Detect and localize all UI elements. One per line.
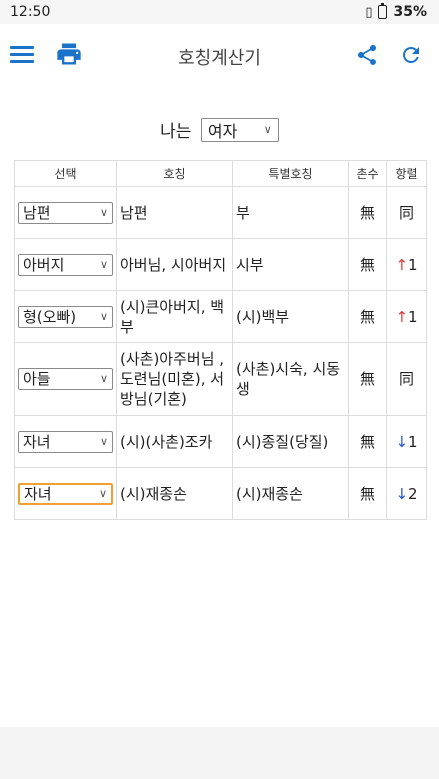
vibrate-icon: ▯ [365,4,373,20]
relation-select[interactable]: 남편 ∨ [18,201,113,224]
chevron-down-icon: ∨ [99,372,108,385]
arrow-down-icon: ↓ [395,484,409,503]
relation-select[interactable]: 아버지 ∨ [18,253,113,276]
chevron-down-icon: ∨ [99,205,108,219]
app-toolbar: 호칭계산기 [0,24,439,87]
relation-select[interactable]: 형(오빠) ∨ [18,305,113,328]
chon-cell: 無 [348,467,387,520]
status-bar: 12:50 ▯ 35% [0,0,439,24]
chevron-down-icon: ∨ [99,257,108,271]
share-icon[interactable] [355,42,379,68]
table-header-row: 선택 호칭 특별호칭 촌수 항렬 [14,160,427,187]
table-row: 남편 ∨ 남편 부 無 同 [14,186,427,239]
title-cell: (시)재종손 [116,467,233,520]
status-time: 12:50 [10,4,51,20]
chevron-down-icon: ∨ [99,434,108,448]
hang-cell: ↑1 [386,238,427,291]
title-cell: (사촌)아주버님 , 도련님(미혼), 서방님(기혼) [116,342,233,416]
special-cell: (시)종질(당질) [232,415,349,468]
gender-select[interactable]: 여자 ∨ [200,117,279,142]
relation-select[interactable]: 자녀 ∨ [18,482,113,505]
table-row: 자녀 ∨ (시)(사촌)조카 (시)종질(당질) 無 ↓1 [14,415,427,468]
hang-cell: ↑1 [386,290,427,343]
hang-cell: ↓2 [386,467,427,520]
relation-table: 선택 호칭 특별호칭 촌수 항렬 남편 ∨ 남편 부 無 同 아버지 ∨ 아버님, … [14,160,427,520]
chon-cell: 無 [348,290,387,343]
chon-cell: 無 [348,415,387,468]
special-cell: (사촌)시숙, 시동생 [232,342,349,416]
table-row: 아들 ∨ (사촌)아주버님 , 도련님(미혼), 서방님(기혼) (사촌)시숙, … [14,342,427,416]
special-cell: 부 [232,186,349,239]
refresh-icon[interactable] [399,42,423,68]
header-select: 선택 [14,160,117,187]
title-cell: 남편 [116,186,233,239]
battery-level: 35% [393,4,427,20]
chevron-down-icon: ∨ [99,309,108,323]
special-cell: 시부 [232,238,349,291]
title-cell: (시)(사촌)조카 [116,415,233,468]
relation-select[interactable]: 아들 ∨ [18,368,113,390]
hang-cell: 同 [386,186,427,239]
title-cell: (시)큰아버지, 백부 [116,290,233,343]
bottom-bar [0,727,439,779]
gender-label: 나는 [160,122,192,142]
chevron-down-icon: ∨ [263,123,272,136]
chevron-down-icon: ∨ [98,486,107,500]
main-content: 나는 여자 ∨ 선택 호칭 특별호칭 촌수 항렬 남편 ∨ 남편 부 無 同 아… [0,87,439,727]
arrow-down-icon: ↓ [395,432,409,451]
gender-row: 나는 여자 ∨ [0,117,439,142]
header-chon: 촌수 [348,160,387,187]
arrow-up-icon: ↑ [395,307,409,326]
header-title: 호칭 [116,160,233,187]
status-icons: ▯ 35% [365,3,427,20]
gender-select-value: 여자 [207,121,238,141]
chon-cell: 無 [348,342,387,416]
header-special: 특별호칭 [232,160,349,187]
table-row: 형(오빠) ∨ (시)큰아버지, 백부 (시)백부 無 ↑1 [14,290,427,343]
hang-cell: 同 [386,342,427,416]
battery-icon [378,3,388,19]
table-row: 자녀 ∨ (시)재종손 (시)재종손 無 ↓2 [14,467,427,520]
relation-select[interactable]: 자녀 ∨ [18,430,113,453]
title-cell: 아버님, 시아버지 [116,238,233,291]
arrow-up-icon: ↑ [395,255,409,274]
special-cell: (시)백부 [232,290,349,343]
hang-cell: ↓1 [386,415,427,468]
special-cell: (시)재종손 [232,467,349,520]
chon-cell: 無 [348,186,387,239]
table-row: 아버지 ∨ 아버님, 시아버지 시부 無 ↑1 [14,238,427,291]
header-hang: 항렬 [386,160,427,187]
chon-cell: 無 [348,238,387,291]
